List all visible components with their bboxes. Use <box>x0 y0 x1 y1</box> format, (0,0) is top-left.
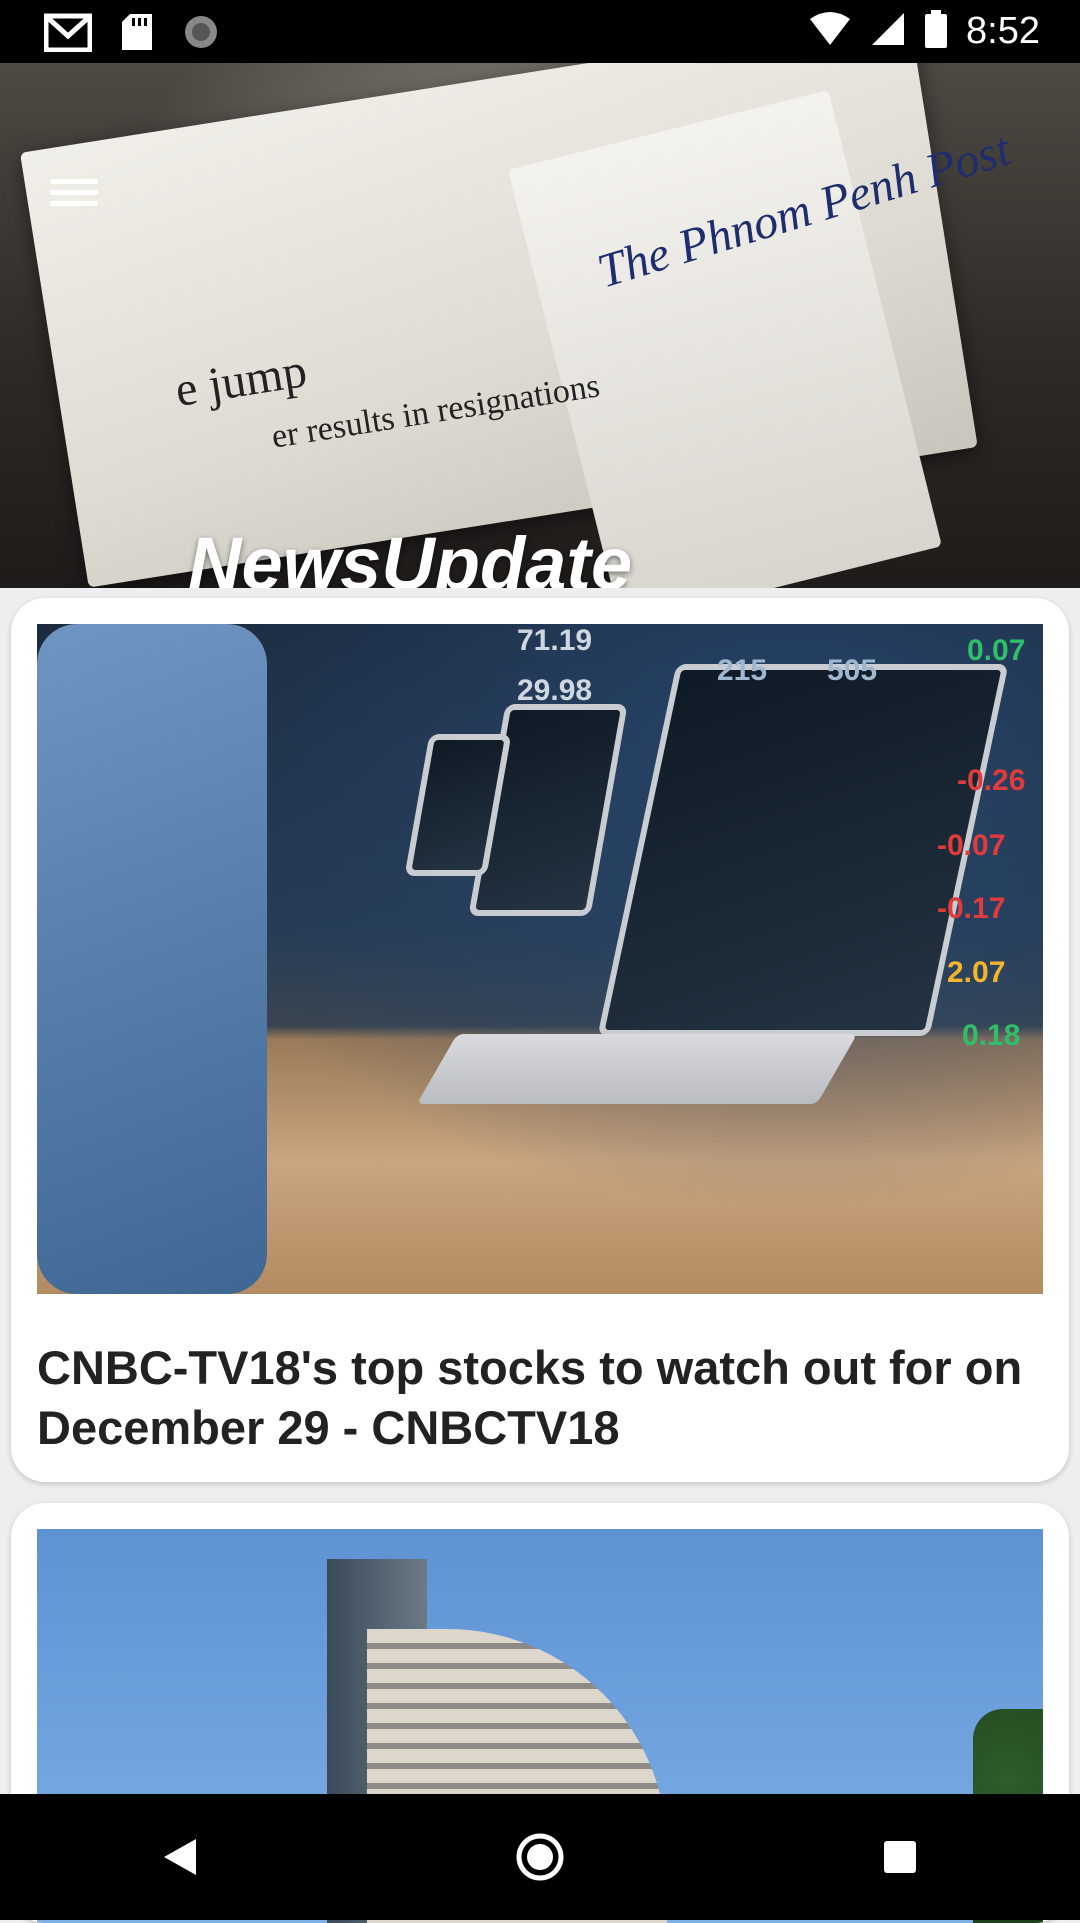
chart-number: 215 <box>717 654 768 687</box>
recents-icon[interactable] <box>840 1797 960 1917</box>
app-title: NewsUpdate <box>188 522 633 588</box>
sleeve-shape <box>37 624 267 1294</box>
article-card[interactable]: 71.19 29.98 215 505 0.07 -0.26 -0.07 -0.… <box>11 598 1069 1482</box>
back-icon[interactable] <box>120 1797 240 1917</box>
chart-number: 505 <box>827 654 878 687</box>
sync-icon <box>182 13 220 56</box>
wifi-icon <box>808 11 852 52</box>
hamburger-menu-icon[interactable] <box>40 173 110 223</box>
header-banner: The Phnom Penh Post e jump er results in… <box>0 63 1080 588</box>
navigation-bar <box>0 1794 1080 1920</box>
chart-number: 29.98 <box>517 674 593 707</box>
chart-number: -0.07 <box>937 829 1006 862</box>
stock-traders-laptops-image: 71.19 29.98 215 505 0.07 -0.26 -0.07 -0.… <box>37 624 1043 1294</box>
sd-card-icon <box>120 12 154 57</box>
chart-number: 0.07 <box>967 634 1026 667</box>
status-bar: 8:52 <box>0 0 1080 63</box>
chart-number: 71.19 <box>517 624 593 657</box>
clock: 8:52 <box>966 10 1040 52</box>
chart-number: -0.17 <box>937 892 1006 925</box>
keyboard-shape <box>416 1034 858 1104</box>
chart-number: -0.26 <box>957 764 1026 797</box>
chart-number: 2.07 <box>947 956 1006 989</box>
battery-icon <box>924 9 948 54</box>
signal-icon <box>870 11 906 52</box>
chart-number: 0.18 <box>962 1019 1021 1052</box>
gmail-icon <box>43 12 93 57</box>
article-title: CNBC-TV18's top stocks to watch out for … <box>37 1341 1023 1454</box>
home-icon[interactable] <box>480 1797 600 1917</box>
